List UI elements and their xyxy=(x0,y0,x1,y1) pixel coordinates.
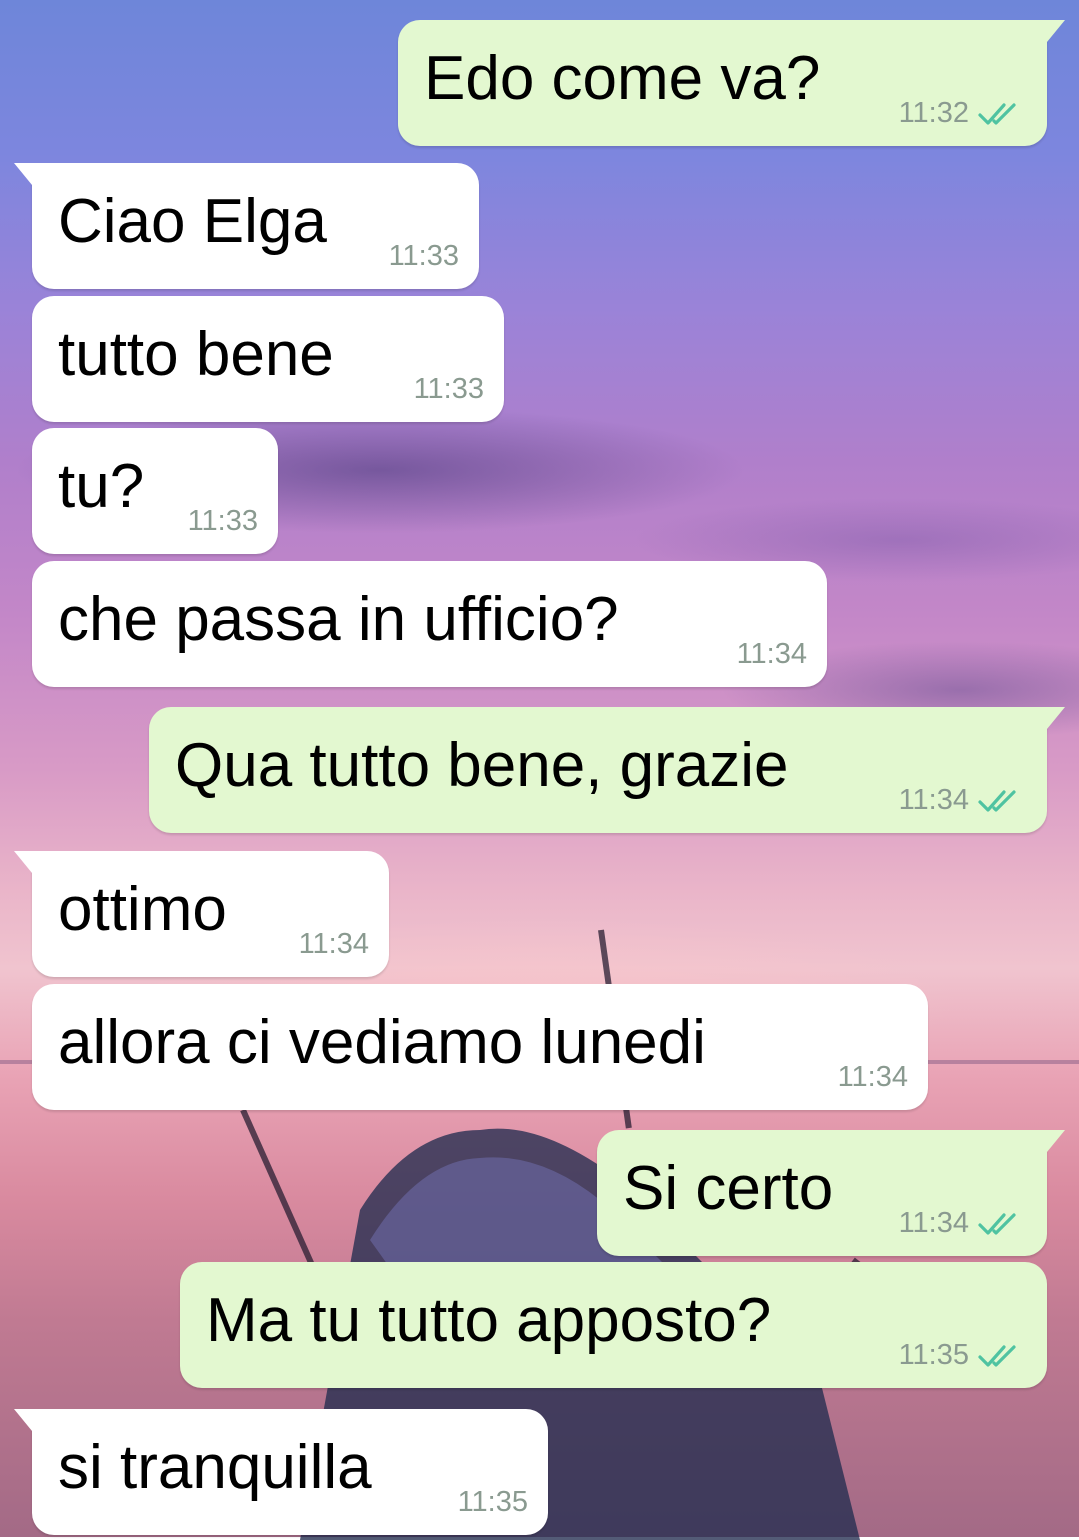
double-check-icon xyxy=(978,102,1016,125)
message-text: allora ci vediamo lunedi xyxy=(58,1008,706,1077)
message-meta: 11:32 xyxy=(899,97,1025,130)
message-meta: 11:34 xyxy=(899,784,1025,817)
double-check-icon xyxy=(978,1344,1016,1367)
message-text: tu? xyxy=(58,452,145,521)
message-bubble-incoming[interactable]: si tranquilla 11:35 xyxy=(14,1409,548,1535)
message-text: ottimo xyxy=(58,875,227,944)
message-bubble-incoming[interactable]: allora ci vediamo lunedi 11:34 xyxy=(32,984,928,1110)
message-time: 11:34 xyxy=(898,1207,969,1239)
message-bubble-outgoing[interactable]: Si certo 11:34 xyxy=(597,1130,1065,1256)
message-bubble-outgoing[interactable]: Qua tutto bene, grazie 11:34 xyxy=(149,707,1065,833)
message-time: 11:35 xyxy=(457,1486,528,1518)
message-time: 11:34 xyxy=(736,638,807,670)
message-time: 11:34 xyxy=(898,784,969,816)
message-bubble-incoming[interactable]: tutto bene 11:33 xyxy=(32,296,504,422)
message-text: Ciao Elga xyxy=(58,187,327,256)
message-time: 11:33 xyxy=(187,505,258,537)
message-bubble-incoming[interactable]: che passa in ufficio? 11:34 xyxy=(32,561,827,687)
message-bubble-incoming[interactable]: ottimo 11:34 xyxy=(14,851,389,977)
double-check-icon xyxy=(978,789,1016,812)
message-text: Qua tutto bene, grazie xyxy=(175,731,789,800)
double-check-icon xyxy=(978,1212,1016,1235)
message-meta: 11:35 xyxy=(899,1339,1025,1372)
message-bubble-incoming[interactable]: tu? 11:33 xyxy=(32,428,278,554)
message-text: Edo come va? xyxy=(424,44,821,113)
message-time: 11:34 xyxy=(837,1061,908,1093)
message-time: 11:34 xyxy=(298,928,369,960)
message-text: Ma tu tutto apposto? xyxy=(206,1286,772,1355)
message-text: tutto bene xyxy=(58,320,334,389)
message-bubble-outgoing[interactable]: Ma tu tutto apposto? 11:35 xyxy=(180,1262,1047,1388)
message-time: 11:32 xyxy=(898,97,969,129)
message-text: che passa in ufficio? xyxy=(58,585,619,654)
message-text: Si certo xyxy=(623,1154,834,1223)
message-time: 11:33 xyxy=(413,373,484,405)
message-bubble-incoming[interactable]: Ciao Elga 11:33 xyxy=(14,163,479,289)
message-text: si tranquilla xyxy=(58,1433,372,1502)
message-time: 11:35 xyxy=(898,1339,969,1371)
message-meta: 11:34 xyxy=(899,1207,1025,1240)
message-time: 11:33 xyxy=(388,240,459,272)
message-bubble-outgoing[interactable]: Edo come va? 11:32 xyxy=(398,20,1065,146)
